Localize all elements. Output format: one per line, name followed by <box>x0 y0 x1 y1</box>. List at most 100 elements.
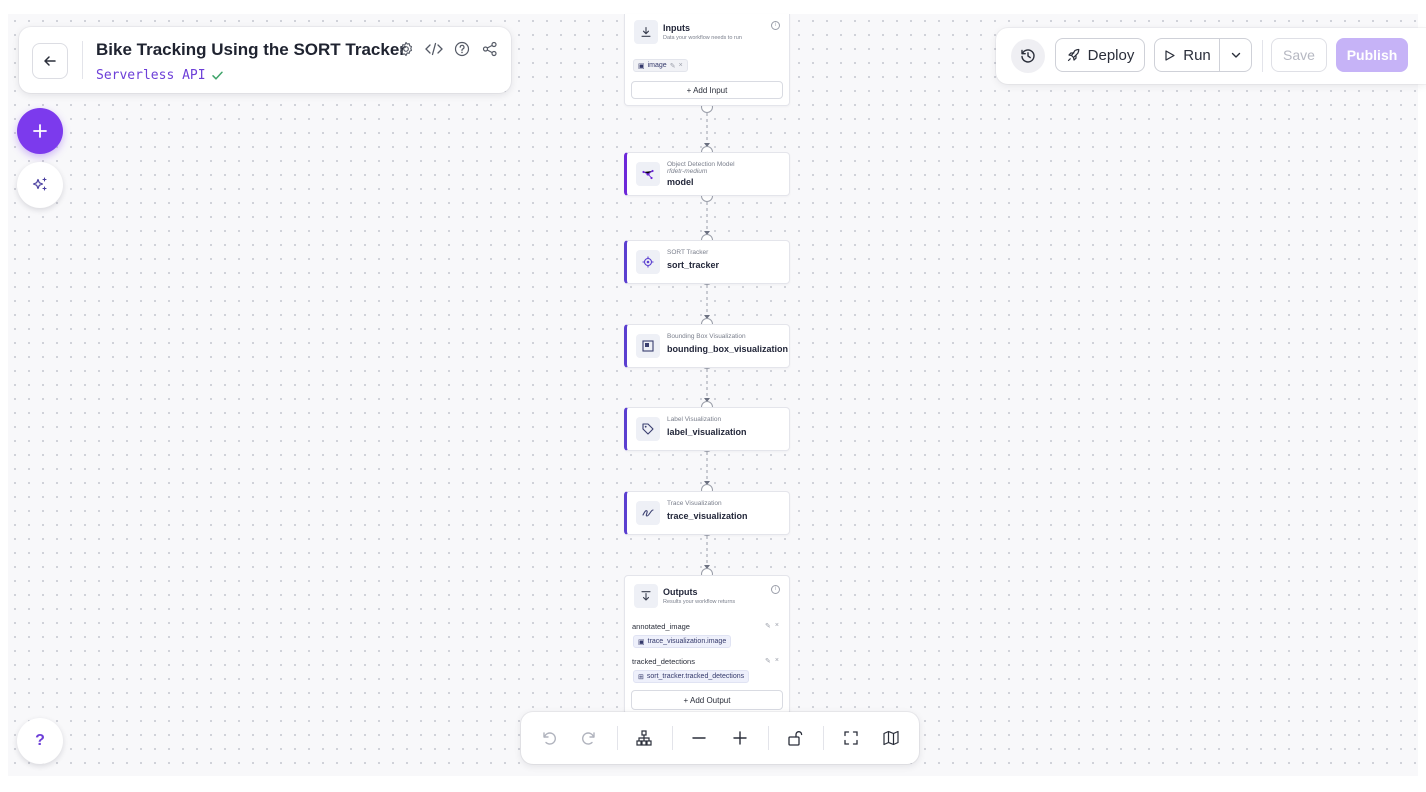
run-label: Run <box>1183 46 1211 64</box>
history-icon <box>1021 49 1035 63</box>
output-chip-label: trace_visualization.image <box>647 638 727 645</box>
output-actions: ✎ × <box>765 657 779 665</box>
block-type: Object Detection Model <box>667 161 735 168</box>
fullscreen-icon <box>844 731 858 745</box>
block-label-visualization[interactable]: Label Visualization label_visualization <box>624 407 790 451</box>
publish-button[interactable]: Publish <box>1336 38 1408 72</box>
ai-assistant-button[interactable] <box>17 162 63 208</box>
help-label: ? <box>35 732 45 749</box>
hierarchy-icon <box>636 730 652 746</box>
auto-layout-button[interactable] <box>632 726 656 750</box>
help-circle-icon[interactable] <box>452 39 472 59</box>
outputs-node[interactable]: Outputs Results your workflow returns i … <box>624 575 790 715</box>
workflow-actions <box>396 39 500 59</box>
divider <box>823 726 824 750</box>
block-name: label_visualization <box>667 427 747 437</box>
toolbar-divider <box>1262 40 1263 72</box>
back-button[interactable] <box>32 43 68 79</box>
output-icon <box>634 584 658 608</box>
sparkles-icon <box>32 177 47 191</box>
model-id: rfdetr-medium <box>667 168 708 175</box>
edit-icon[interactable]: ✎ <box>670 62 676 70</box>
divider <box>617 726 618 750</box>
block-name: sort_tracker <box>667 260 720 270</box>
zoom-in-button[interactable] <box>728 726 752 750</box>
info-icon[interactable]: i <box>771 585 780 594</box>
inputs-node[interactable]: Inputs Data your workflow needs to run i… <box>624 14 790 106</box>
image-icon: ▣ <box>638 62 645 70</box>
block-name: trace_visualization <box>667 511 748 521</box>
lock-button[interactable] <box>783 726 807 750</box>
back-arrow-icon <box>44 56 56 66</box>
block-sort-tracker[interactable]: SORT Tracker sort_tracker <box>624 240 790 284</box>
edit-icon[interactable]: ✎ <box>765 622 771 630</box>
add-output-button[interactable]: + Add Output <box>631 690 783 710</box>
block-type: Trace Visualization <box>667 500 722 507</box>
detections-icon: ⊞ <box>638 673 644 681</box>
deploy-label: Deploy <box>1087 46 1135 64</box>
run-button[interactable]: Run <box>1154 38 1220 72</box>
check-icon <box>211 71 223 80</box>
fit-view-button[interactable] <box>839 726 863 750</box>
workflow-toolbar: Deploy Run Save Publish <box>996 28 1426 84</box>
output-actions: ✎ × <box>765 622 779 630</box>
history-button[interactable] <box>1011 39 1045 73</box>
divider <box>768 726 769 750</box>
run-options-button[interactable] <box>1219 38 1252 72</box>
minimap-button[interactable] <box>879 726 903 750</box>
canvas-controls <box>521 712 919 764</box>
plus-icon <box>733 731 747 745</box>
output-chip[interactable]: ⊞ sort_tracker.tracked_detections <box>633 670 750 683</box>
rocket-icon <box>1067 48 1080 61</box>
info-icon[interactable]: i <box>771 21 780 30</box>
redo-icon <box>582 732 595 745</box>
deploy-button[interactable]: Deploy <box>1055 38 1145 72</box>
outputs-description: Results your workflow returns <box>663 599 736 605</box>
workflow-header: Bike Tracking Using the SORT Tracker Ser… <box>19 27 511 93</box>
chevron-down-icon <box>1231 52 1240 58</box>
save-button[interactable]: Save <box>1271 38 1327 72</box>
block-type: Bounding Box Visualization <box>667 333 746 340</box>
remove-icon[interactable]: × <box>775 622 779 630</box>
block-type: SORT Tracker <box>667 249 709 256</box>
unlock-icon <box>788 731 803 746</box>
workflow-title[interactable]: Bike Tracking Using the SORT Tracker <box>96 40 406 60</box>
remove-icon[interactable]: × <box>775 657 779 665</box>
download-icon <box>634 20 658 44</box>
tracker-icon <box>636 250 660 274</box>
undo-button[interactable] <box>537 726 561 750</box>
redo-button[interactable] <box>577 726 601 750</box>
code-icon[interactable] <box>424 39 444 59</box>
undo-icon <box>543 732 556 745</box>
divider <box>82 41 83 79</box>
add-block-button[interactable] <box>17 108 63 154</box>
share-icon[interactable] <box>480 39 500 59</box>
settings-icon[interactable] <box>396 39 416 59</box>
output-chip[interactable]: ▣ trace_visualization.image <box>633 635 732 648</box>
plus-icon <box>33 124 47 138</box>
output-chip-label: sort_tracker.tracked_detections <box>646 673 745 680</box>
block-object-detection-model[interactable]: Object Detection Model rfdetr-medium mod… <box>624 152 790 196</box>
edit-icon[interactable]: ✎ <box>765 657 771 665</box>
inputs-title: Inputs <box>663 23 690 33</box>
remove-icon[interactable]: × <box>679 62 683 69</box>
play-icon <box>1165 49 1175 61</box>
object-detection-icon <box>636 162 660 186</box>
block-name: bounding_box_visualization <box>667 344 789 354</box>
block-trace-visualization[interactable]: Trace Visualization trace_visualization <box>624 491 790 535</box>
output-label: annotated_image <box>632 622 690 631</box>
outputs-title: Outputs <box>663 587 698 597</box>
input-chip-label: image <box>647 62 667 69</box>
block-type: Label Visualization <box>667 416 722 423</box>
block-bounding-box-visualization[interactable]: Bounding Box Visualization bounding_box_… <box>624 324 790 368</box>
zoom-out-button[interactable] <box>687 726 711 750</box>
tag-icon <box>636 417 660 441</box>
input-chip-image[interactable]: ▣ image ✎ × <box>633 59 688 72</box>
block-name: model <box>667 177 694 187</box>
help-button[interactable]: ? <box>17 718 63 764</box>
image-icon: ▣ <box>638 638 645 646</box>
deployment-status: Serverless API <box>96 68 224 83</box>
inputs-description: Data your workflow needs to run <box>663 35 742 41</box>
map-icon <box>883 730 899 746</box>
add-input-button[interactable]: + Add Input <box>631 81 783 99</box>
